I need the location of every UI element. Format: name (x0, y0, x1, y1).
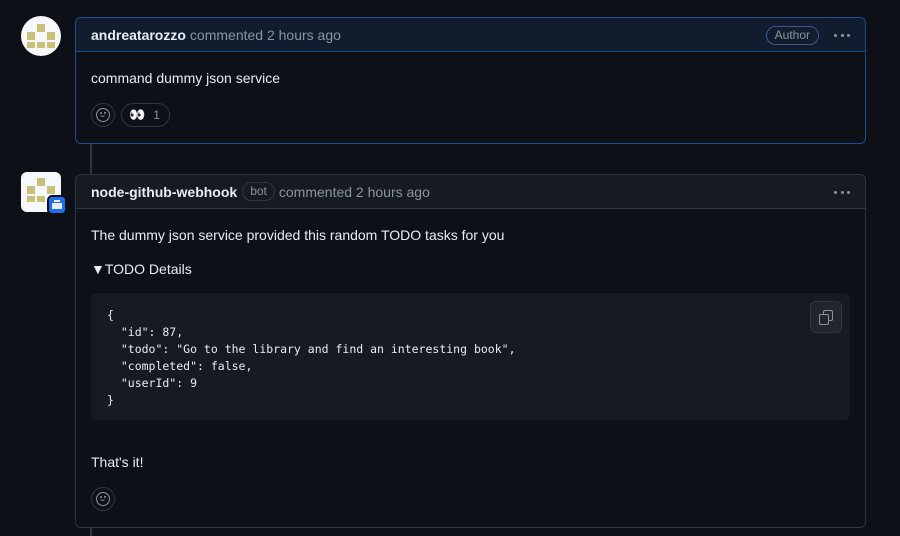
smiley-icon (96, 492, 110, 506)
bot-badge-icon (47, 195, 67, 215)
eyes-icon: 👀 (129, 107, 146, 122)
comment-timestamp[interactable]: commented 2 hours ago (190, 27, 341, 43)
comment: andreatarozzo commented 2 hours ago Auth… (75, 17, 866, 144)
kebab-icon[interactable] (831, 183, 853, 201)
reaction-eyes[interactable]: 👀 1 (121, 103, 170, 127)
comment-body: command dummy json service 👀 1 (76, 52, 865, 140)
comment-header: node-github-webhook bot commented 2 hour… (76, 175, 865, 209)
avatar[interactable] (21, 16, 61, 56)
bot-label: bot (242, 182, 275, 201)
reactions-bar (91, 486, 850, 512)
details-summary[interactable]: ▼TODO Details (91, 259, 850, 279)
reactions-bar: 👀 1 (91, 102, 850, 128)
comment-timestamp[interactable]: commented 2 hours ago (279, 184, 430, 200)
comment-body: The dummy json service provided this ran… (76, 209, 865, 524)
reaction-count: 1 (153, 108, 160, 122)
code-content: { "id": 87, "todo": "Go to the library a… (107, 308, 516, 407)
closing-text: That's it! (91, 454, 144, 470)
add-reaction-button[interactable] (91, 487, 115, 511)
code-block: { "id": 87, "todo": "Go to the library a… (91, 293, 850, 420)
comment-text: command dummy json service (91, 70, 281, 86)
kebab-icon[interactable] (831, 26, 853, 44)
comment: node-github-webhook bot commented 2 hour… (75, 174, 866, 528)
smiley-icon (96, 108, 110, 122)
comment-header: andreatarozzo commented 2 hours ago Auth… (76, 18, 865, 52)
add-reaction-button[interactable] (91, 103, 115, 127)
author-link[interactable]: node-github-webhook (91, 184, 237, 200)
author-badge: Author (765, 26, 819, 45)
comment-text: The dummy json service provided this ran… (91, 227, 505, 243)
author-link[interactable]: andreatarozzo (91, 27, 186, 43)
copy-button[interactable] (810, 301, 842, 333)
